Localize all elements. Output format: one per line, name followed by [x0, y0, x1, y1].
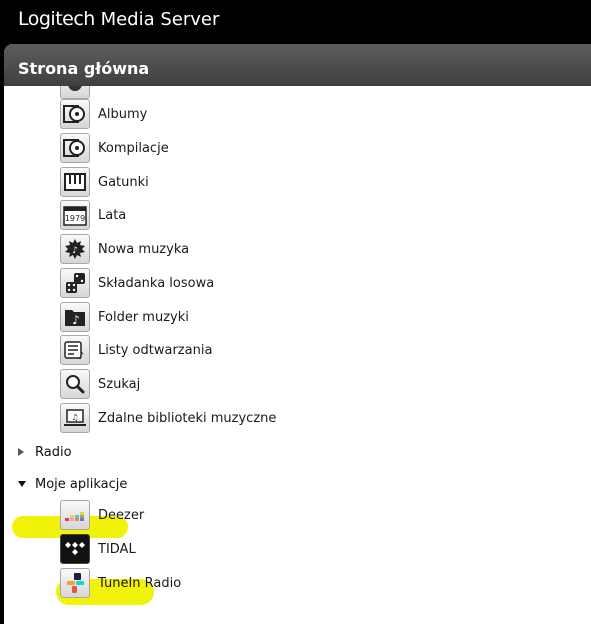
menu-item-genres[interactable]: Gatunki: [60, 167, 149, 197]
app-title-rest: Media Server: [94, 9, 220, 30]
menu-item-playlists[interactable]: ♪ Listy odtwarzania: [60, 335, 212, 365]
menu-item-albums[interactable]: Albumy: [60, 99, 147, 129]
compilation-icon: [60, 133, 90, 163]
artists-icon: [60, 86, 90, 99]
app-item-tidal[interactable]: TIDAL: [60, 534, 136, 564]
music-folder-icon: ♪: [60, 302, 90, 332]
menu-item-label: Gatunki: [98, 174, 149, 190]
category-my-apps[interactable]: Moje aplikacje: [18, 474, 127, 494]
menu-item-label: Kompilacje: [98, 140, 169, 156]
tunein-icon: [60, 568, 90, 598]
home-panel: Strona główna Albumy Kompilacje Gatunki: [4, 44, 591, 624]
random-mix-icon: [60, 268, 90, 298]
collapse-arrow-icon[interactable]: [18, 481, 26, 487]
year-icon-text: 1979: [65, 214, 85, 223]
category-radio[interactable]: Radio: [18, 442, 72, 462]
playlists-icon: ♪: [60, 335, 90, 365]
app-item-label: Deezer: [98, 507, 145, 523]
menu-item-search[interactable]: Szukaj: [60, 369, 140, 399]
app-brand: Logitech: [18, 8, 95, 30]
menu-item-remote-libraries[interactable]: ♫ Zdalne biblioteki muzyczne: [60, 403, 276, 433]
new-music-icon: ♪: [60, 234, 90, 264]
album-icon: [60, 99, 90, 129]
menu-item-label: Listy odtwarzania: [98, 342, 213, 358]
deezer-icon: [60, 500, 90, 530]
panel-title: Strona główna: [4, 44, 591, 86]
menu-item-label: Folder muzyki: [98, 309, 189, 325]
app-item-label: TIDAL: [98, 541, 136, 557]
years-icon: 1979: [60, 200, 90, 230]
menu-item-partial[interactable]: [60, 86, 98, 99]
menu-item-compilations[interactable]: Kompilacje: [60, 133, 169, 163]
menu-item-years[interactable]: 1979 Lata: [60, 200, 126, 230]
category-label: Radio: [35, 444, 72, 460]
menu-item-new-music[interactable]: ♪ Nowa muzyka: [60, 234, 189, 264]
genres-icon: [60, 167, 90, 197]
svg-text:♫: ♫: [71, 413, 78, 422]
search-icon: [60, 369, 90, 399]
svg-text:♪: ♪: [72, 246, 78, 256]
menu-item-random-mix[interactable]: Składanka losowa: [60, 268, 214, 298]
menu-item-label: Nowa muzyka: [98, 241, 190, 257]
menu-item-label: Składanka losowa: [98, 275, 215, 291]
app-item-tunein[interactable]: TuneIn Radio: [60, 568, 181, 598]
svg-text:♪: ♪: [78, 351, 84, 360]
app-item-label: TuneIn Radio: [98, 575, 182, 591]
home-menu: Albumy Kompilacje Gatunki 1979 Lata ♪ No…: [4, 86, 591, 624]
menu-item-label: Zdalne biblioteki muzyczne: [98, 410, 277, 426]
app-item-deezer[interactable]: Deezer: [60, 500, 144, 530]
tidal-icon: [60, 534, 90, 564]
menu-item-label: Szukaj: [98, 376, 141, 392]
expand-arrow-icon[interactable]: [18, 448, 24, 456]
menu-item-label: Albumy: [98, 106, 148, 122]
menu-item-label: Lata: [98, 207, 127, 223]
remote-libraries-icon: ♫: [60, 403, 90, 433]
menu-item-music-folder[interactable]: ♪ Folder muzyki: [60, 302, 189, 332]
app-title: Logitech Media Server: [18, 8, 219, 30]
category-label: Moje aplikacje: [35, 476, 128, 492]
svg-text:♪: ♪: [72, 313, 80, 327]
